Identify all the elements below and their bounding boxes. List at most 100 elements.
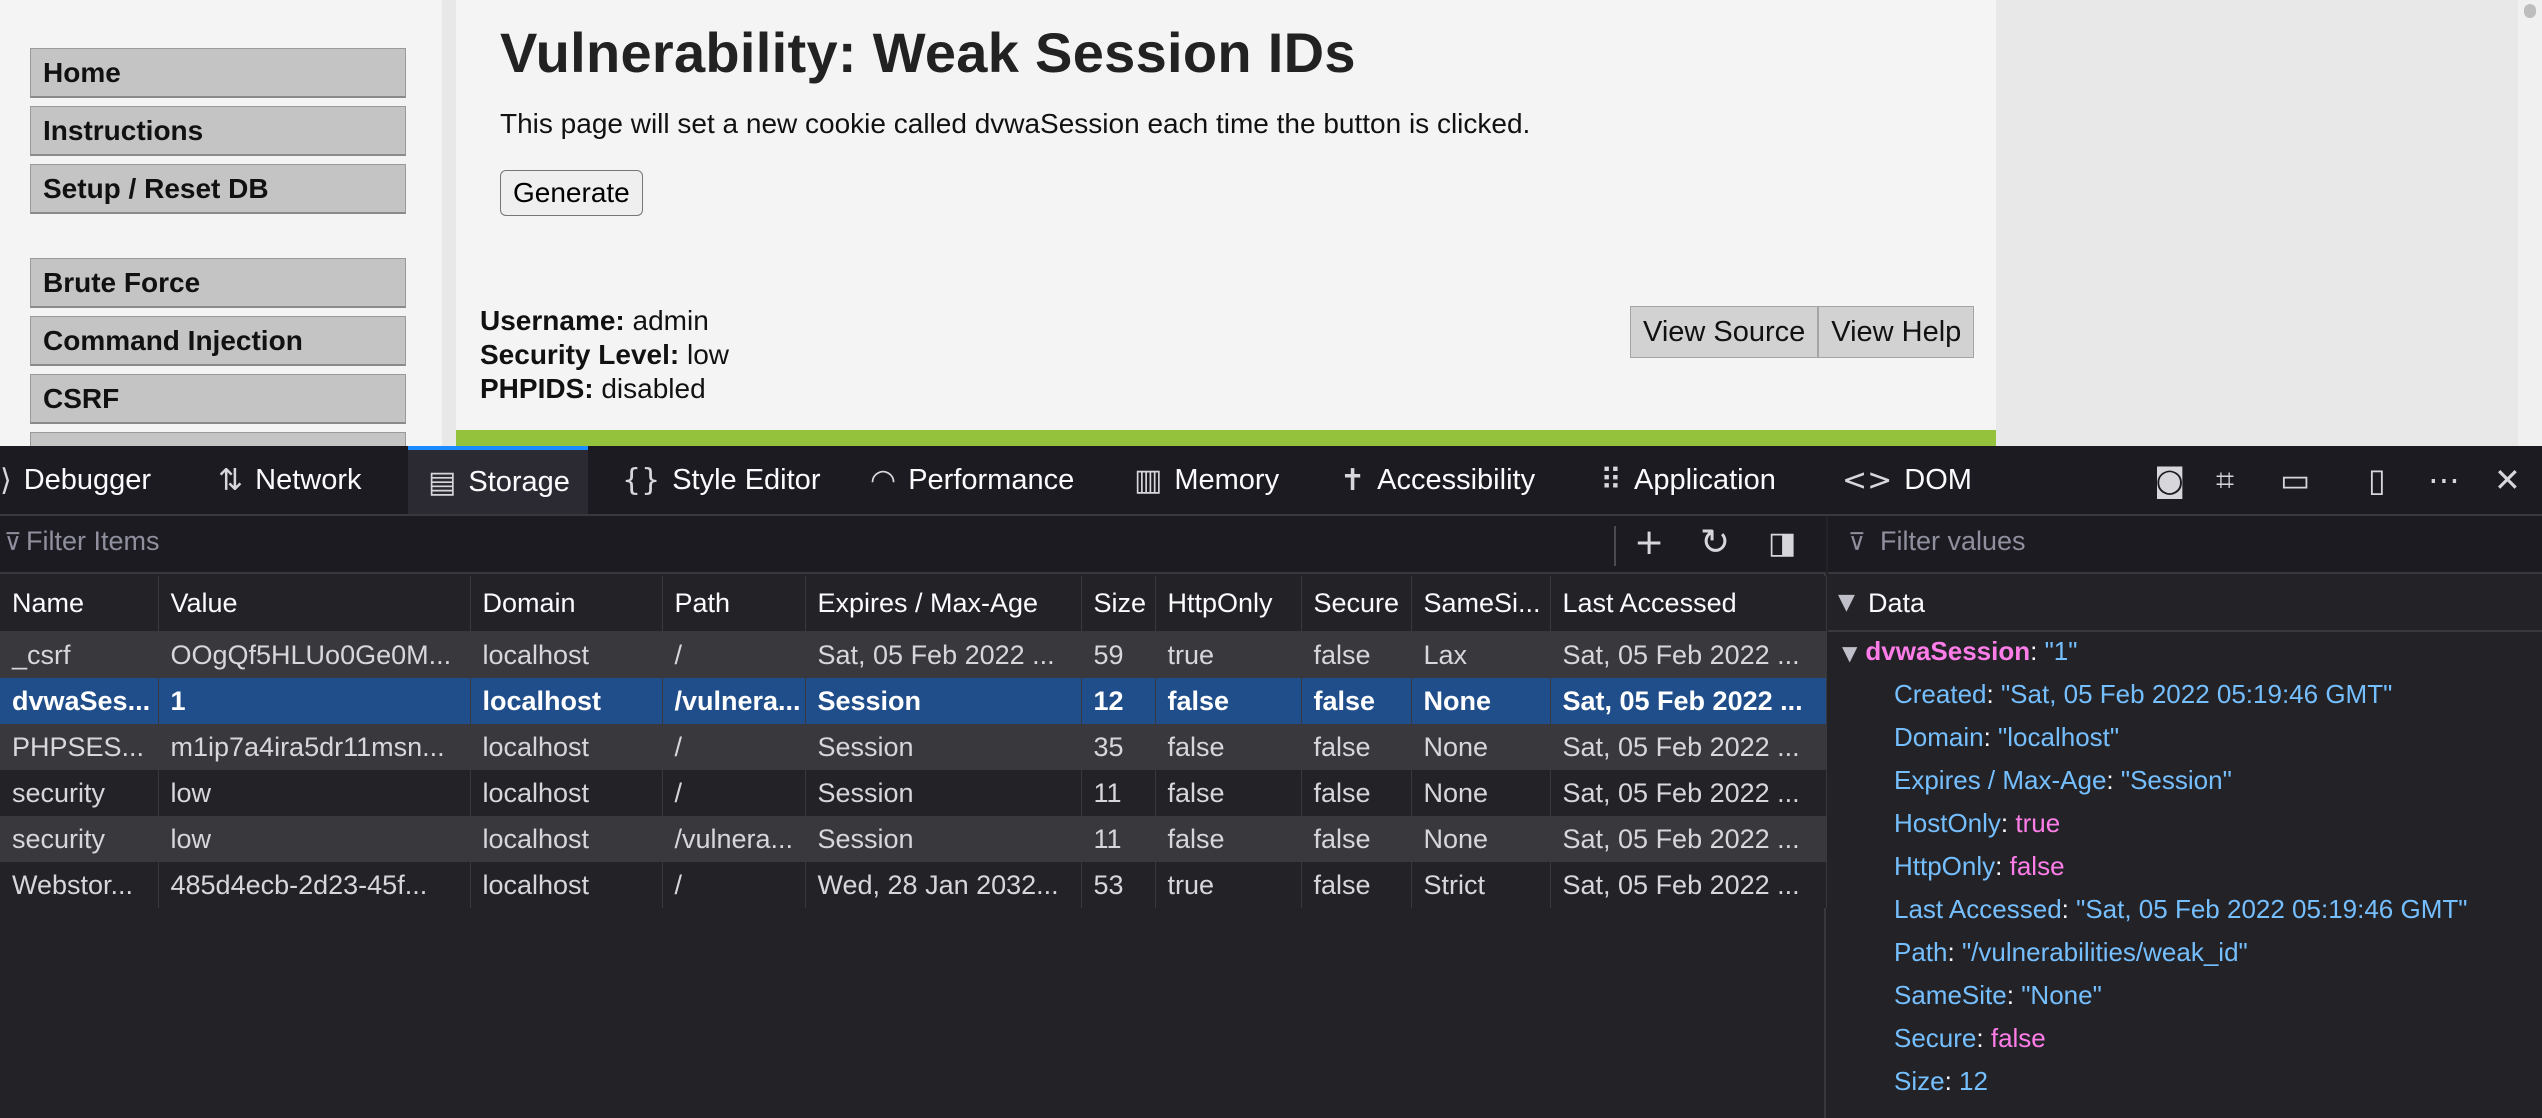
column-header-domain[interactable]: Domain bbox=[470, 576, 663, 633]
cell[interactable]: Sat, 05 Feb 2022 ... bbox=[1550, 724, 1827, 770]
tree-root-node[interactable]: ▼ dvwaSession: "1" bbox=[1842, 636, 2078, 667]
column-header-size[interactable]: Size bbox=[1081, 576, 1156, 633]
table-row[interactable]: Webstor... 485d4ecb-2d23-45f... localhos… bbox=[0, 862, 1827, 908]
cell[interactable]: 59 bbox=[1081, 632, 1156, 678]
cell[interactable]: false bbox=[1301, 724, 1412, 770]
cell[interactable]: None bbox=[1411, 678, 1551, 724]
cell[interactable]: /vulnera... bbox=[662, 678, 806, 724]
cell[interactable]: false bbox=[1155, 724, 1302, 770]
column-header-samesite[interactable]: SameSi... bbox=[1411, 576, 1551, 633]
cell[interactable]: localhost bbox=[470, 816, 663, 862]
column-header-secure[interactable]: Secure bbox=[1301, 576, 1412, 633]
cell[interactable]: 1 bbox=[158, 678, 471, 724]
cell[interactable]: None bbox=[1411, 724, 1551, 770]
toggle-sidebar-icon[interactable]: ◨ bbox=[1768, 526, 1796, 561]
measure-icon[interactable]: ▭ bbox=[2280, 446, 2310, 514]
table-row[interactable]: security low localhost /vulnera... Sessi… bbox=[0, 816, 1827, 862]
cell[interactable]: Sat, 05 Feb 2022 ... bbox=[1550, 862, 1827, 908]
column-header-name[interactable]: Name bbox=[0, 576, 159, 633]
cell[interactable]: Strict bbox=[1411, 862, 1551, 908]
generate-button[interactable]: Generate bbox=[500, 170, 643, 216]
cell[interactable]: / bbox=[662, 632, 806, 678]
cell[interactable]: false bbox=[1155, 678, 1302, 724]
tab-performance[interactable]: ◠ Performance bbox=[870, 446, 1074, 514]
cell[interactable]: Sat, 05 Feb 2022 ... bbox=[1550, 816, 1827, 862]
cell[interactable]: Session bbox=[805, 770, 1082, 816]
cell[interactable]: Sat, 05 Feb 2022 ... bbox=[805, 632, 1082, 678]
table-row[interactable]: security low localhost / Session 11 fals… bbox=[0, 770, 1827, 816]
expand-triangle-icon[interactable]: ▼ bbox=[1842, 641, 1857, 665]
rulers-icon[interactable]: ⌗ bbox=[2216, 446, 2234, 514]
cell[interactable]: 12 bbox=[1081, 678, 1156, 724]
tree-entry-domain[interactable]: Domain: "localhost" bbox=[1894, 722, 2119, 753]
tree-entry-size[interactable]: Size: 12 bbox=[1894, 1066, 1988, 1097]
more-options-icon[interactable]: ⋯ bbox=[2428, 446, 2460, 514]
column-header-httponly[interactable]: HttpOnly bbox=[1155, 576, 1302, 633]
table-row-selected[interactable]: dvwaSes... 1 localhost /vulnera... Sessi… bbox=[0, 678, 1827, 724]
page-scrollbar[interactable] bbox=[2518, 0, 2542, 446]
column-header-path[interactable]: Path bbox=[662, 576, 806, 633]
view-help-button[interactable]: View Help bbox=[1818, 306, 1975, 358]
tree-entry-last-accessed[interactable]: Last Accessed: "Sat, 05 Feb 2022 05:19:4… bbox=[1894, 894, 2467, 925]
cell[interactable]: localhost bbox=[470, 678, 663, 724]
menu-item-command-injection[interactable]: Command Injection bbox=[30, 316, 406, 366]
cell[interactable]: 11 bbox=[1081, 770, 1156, 816]
menu-item-home[interactable]: Home bbox=[30, 48, 406, 98]
cell[interactable]: Session bbox=[805, 678, 1082, 724]
table-row[interactable]: PHPSES... m1ip7a4ira5dr11msn... localhos… bbox=[0, 724, 1827, 770]
cell[interactable]: security bbox=[0, 770, 159, 816]
cell[interactable]: Session bbox=[805, 724, 1082, 770]
cell[interactable]: / bbox=[662, 724, 806, 770]
menu-item-file-inclusion[interactable]: File Inclusion bbox=[30, 432, 406, 446]
add-item-icon[interactable]: + bbox=[1634, 522, 1664, 563]
view-source-button[interactable]: View Source bbox=[1630, 306, 1819, 358]
cell[interactable]: None bbox=[1411, 770, 1551, 816]
expand-triangle-icon[interactable]: ▼ bbox=[1838, 590, 1855, 615]
tree-entry-path[interactable]: Path: "/vulnerabilities/weak_id" bbox=[1894, 937, 2248, 968]
cell[interactable]: true bbox=[1155, 862, 1302, 908]
cell[interactable]: _csrf bbox=[0, 632, 159, 678]
cell[interactable]: Wed, 28 Jan 2032... bbox=[805, 862, 1082, 908]
tab-network[interactable]: ⇅ Network bbox=[218, 446, 362, 514]
data-section-header[interactable]: ▼ Data bbox=[1828, 576, 2542, 632]
close-icon[interactable]: ✕ bbox=[2494, 446, 2521, 514]
tree-entry-samesite[interactable]: SameSite: "None" bbox=[1894, 980, 2102, 1011]
cell[interactable]: / bbox=[662, 862, 806, 908]
cell[interactable]: OOgQf5HLUo0Ge0M... bbox=[158, 632, 471, 678]
cell[interactable]: low bbox=[158, 816, 471, 862]
column-header-last-accessed[interactable]: Last Accessed bbox=[1550, 576, 1827, 633]
tree-entry-httponly[interactable]: HttpOnly: false bbox=[1894, 851, 2065, 882]
cell[interactable]: false bbox=[1301, 862, 1412, 908]
tab-dom[interactable]: <> DOM bbox=[1842, 446, 1972, 514]
cell[interactable]: Sat, 05 Feb 2022 ... bbox=[1550, 770, 1827, 816]
tab-debugger[interactable]: ⟩ Debugger bbox=[0, 446, 151, 514]
cell[interactable]: 485d4ecb-2d23-45f... bbox=[158, 862, 471, 908]
cell[interactable]: localhost bbox=[470, 862, 663, 908]
menu-item-csrf[interactable]: CSRF bbox=[30, 374, 406, 424]
tab-memory[interactable]: ▥ Memory bbox=[1134, 446, 1279, 514]
cell[interactable]: 53 bbox=[1081, 862, 1156, 908]
cell[interactable]: false bbox=[1301, 678, 1412, 724]
cell[interactable]: true bbox=[1155, 632, 1302, 678]
cell[interactable]: false bbox=[1301, 770, 1412, 816]
tree-entry-hostonly[interactable]: HostOnly: true bbox=[1894, 808, 2060, 839]
cell[interactable]: Webstor... bbox=[0, 862, 159, 908]
cell[interactable]: Sat, 05 Feb 2022 ... bbox=[1550, 632, 1827, 678]
scrollbar-thumb[interactable] bbox=[2524, 4, 2536, 18]
cell[interactable]: 35 bbox=[1081, 724, 1156, 770]
menu-item-instructions[interactable]: Instructions bbox=[30, 106, 406, 156]
cell[interactable]: None bbox=[1411, 816, 1551, 862]
cell[interactable]: false bbox=[1155, 816, 1302, 862]
cell[interactable]: / bbox=[662, 770, 806, 816]
cell[interactable]: /vulnera... bbox=[662, 816, 806, 862]
tab-accessibility[interactable]: ✝ Accessibility bbox=[1340, 446, 1535, 514]
cell[interactable]: Session bbox=[805, 816, 1082, 862]
cell[interactable]: low bbox=[158, 770, 471, 816]
menu-item-setup-reset-db[interactable]: Setup / Reset DB bbox=[30, 164, 406, 214]
cell[interactable]: false bbox=[1155, 770, 1302, 816]
cell[interactable]: PHPSES... bbox=[0, 724, 159, 770]
filter-items-input[interactable]: Filter Items bbox=[26, 526, 160, 557]
table-row[interactable]: _csrf OOgQf5HLUo0Ge0M... localhost / Sat… bbox=[0, 632, 1827, 678]
responsive-design-icon[interactable]: ▯ bbox=[2368, 446, 2386, 514]
column-header-expires[interactable]: Expires / Max-Age bbox=[805, 576, 1082, 633]
